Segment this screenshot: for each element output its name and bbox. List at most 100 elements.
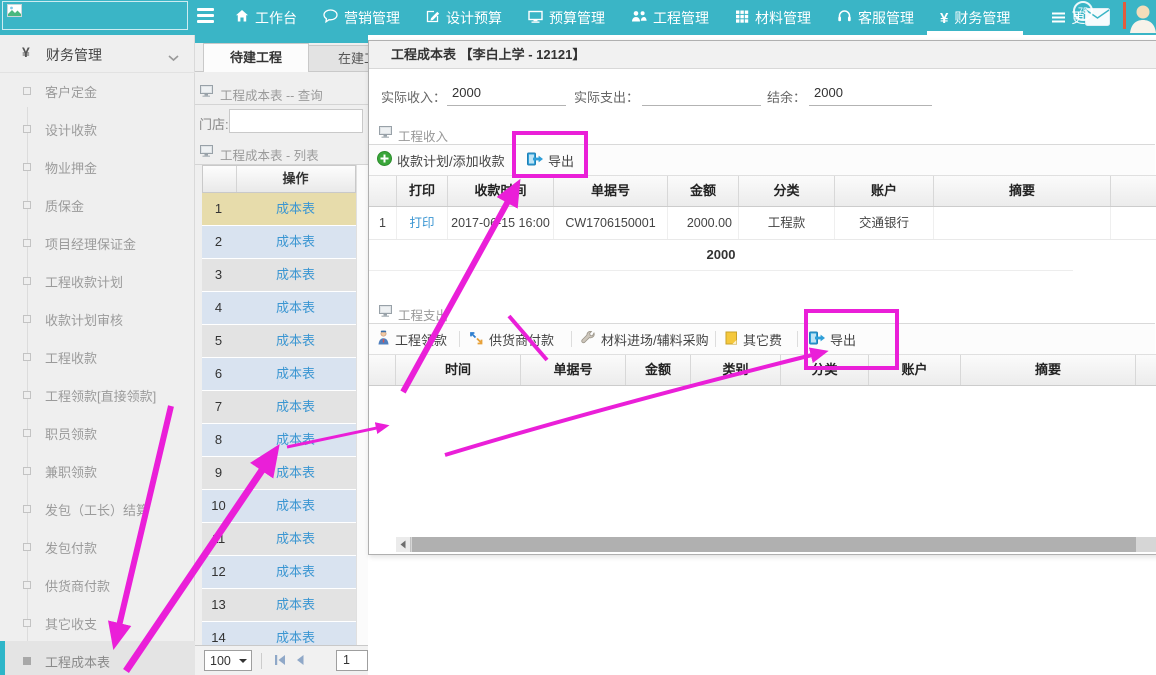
bullet-icon xyxy=(23,543,31,551)
monitor-icon xyxy=(200,145,214,160)
sidebar-item-12[interactable]: 发包（工长）结算 xyxy=(0,489,195,527)
sidebar-item-3[interactable]: 物业押金 xyxy=(0,147,195,185)
sidebar-header-finance[interactable]: ¥ 财务管理 xyxy=(0,35,195,73)
scroll-left-icon[interactable] xyxy=(396,537,411,552)
scrollbar-thumb[interactable] xyxy=(412,537,1136,552)
material-purchase-button[interactable]: 材料进场/辅料采购 xyxy=(581,324,709,354)
add-receipt-plan-button[interactable]: 收款计划/添加收款 xyxy=(377,145,505,175)
cost-sheet-link[interactable]: 成本表 xyxy=(235,589,356,621)
cost-sheet-link[interactable]: 成本表 xyxy=(235,556,356,588)
sidebar-item-2[interactable]: 设计收款 xyxy=(0,109,195,147)
page-size-select[interactable]: 100 xyxy=(204,650,252,671)
bullet-icon xyxy=(23,87,31,95)
print-link[interactable]: 打印 xyxy=(397,207,448,239)
store-input[interactable] xyxy=(229,109,363,133)
export-icon xyxy=(527,152,543,169)
sidebar-item-label: 客户定金 xyxy=(45,82,97,101)
column-header xyxy=(1111,176,1156,206)
project-withdraw-button[interactable]: 工程领款 xyxy=(377,324,447,354)
logo[interactable] xyxy=(2,1,188,30)
toolbar-button-label: 材料进场/辅料采购 xyxy=(601,330,709,349)
toolbar-button-label: 供货商付款 xyxy=(489,330,554,349)
page-number-input[interactable]: 1 xyxy=(336,650,368,671)
income-table-header: 打印收款时间单据号金额分类账户摘要 xyxy=(369,175,1156,207)
nav-finance[interactable]: ¥财务管理 xyxy=(927,0,1023,35)
income-total: 2000 xyxy=(369,240,1073,271)
row-number: 13 xyxy=(202,589,235,621)
other-fee-button[interactable]: 其它费 xyxy=(725,324,782,354)
monitor-icon xyxy=(379,305,393,320)
sidebar-item-9[interactable]: 工程领款[直接领款] xyxy=(0,375,195,413)
list-row-9: 9成本表 xyxy=(202,457,356,490)
column-header: 摘要 xyxy=(934,176,1111,206)
list-row-12: 12成本表 xyxy=(202,556,356,589)
grid-icon xyxy=(735,10,749,26)
cost-sheet-link[interactable]: 成本表 xyxy=(235,325,356,357)
user-avatar-icon[interactable] xyxy=(1130,2,1156,33)
headset-icon xyxy=(837,9,852,26)
income-export-button[interactable]: 导出 xyxy=(527,145,574,175)
nav-service[interactable]: 客服管理 xyxy=(824,0,927,35)
bullet-icon xyxy=(23,391,31,399)
list-scroll-strip[interactable] xyxy=(356,165,368,645)
supplier-payment-button[interactable]: 供货商付款 xyxy=(469,324,554,354)
cost-sheet-link[interactable]: 成本表 xyxy=(235,523,356,555)
nav-material[interactable]: 材料管理 xyxy=(722,0,824,35)
prev-page-icon[interactable] xyxy=(295,654,305,669)
row-number: 3 xyxy=(202,259,235,291)
cost-sheet-link[interactable]: 成本表 xyxy=(235,292,356,324)
toolbar-divider xyxy=(459,331,460,347)
sidebar-item-5[interactable]: 项目经理保证金 xyxy=(0,223,195,261)
panel-title: 工程成本表 【李白上学 - 12121】 xyxy=(369,41,1156,69)
tab-inprogress-projects[interactable]: 在建工程 xyxy=(308,45,368,71)
tab-pending-projects[interactable]: 待建工程 xyxy=(203,43,309,72)
actual-expense-field[interactable] xyxy=(642,81,761,106)
nav-marketing[interactable]: 营销管理 xyxy=(310,0,413,35)
add-icon xyxy=(377,151,392,169)
cost-sheet-link[interactable]: 成本表 xyxy=(235,193,356,225)
cost-sheet-link[interactable]: 成本表 xyxy=(235,226,356,258)
people-icon xyxy=(631,10,647,26)
nav-design-budget[interactable]: 设计预算 xyxy=(413,0,515,35)
row-number: 5 xyxy=(202,325,235,357)
cost-sheet-link[interactable]: 成本表 xyxy=(235,457,356,489)
nav-budget[interactable]: 预算管理 xyxy=(515,0,618,35)
sidebar-item-8[interactable]: 工程收款 xyxy=(0,337,195,375)
actual-income-field[interactable]: 2000 xyxy=(447,81,566,106)
sidebar-item-10[interactable]: 职员领款 xyxy=(0,413,195,451)
list-row-8: 8成本表 xyxy=(202,424,356,457)
nav-workbench[interactable]: 工作台 xyxy=(222,0,310,35)
column-header: 收款时间 xyxy=(448,176,554,206)
row-number: 4 xyxy=(202,292,235,324)
sidebar-item-4[interactable]: 质保金 xyxy=(0,185,195,223)
menu-icon[interactable] xyxy=(197,8,215,26)
bullet-icon xyxy=(23,239,31,247)
sidebar-item-7[interactable]: 收款计划审核 xyxy=(0,299,195,337)
balance-field[interactable]: 2000 xyxy=(809,81,932,106)
horizontal-scrollbar[interactable] xyxy=(396,537,1156,552)
cost-sheet-link[interactable]: 成本表 xyxy=(235,490,356,522)
row-number: 1 xyxy=(202,193,235,225)
column-header: 时间 xyxy=(396,355,521,385)
nav-project[interactable]: 工程管理 xyxy=(618,0,722,35)
cost-sheet-link[interactable]: 成本表 xyxy=(235,259,356,291)
cost-sheet-link[interactable]: 成本表 xyxy=(235,358,356,390)
sidebar-item-label: 设计收款 xyxy=(45,120,97,139)
sidebar-item-label: 工程成本表 xyxy=(45,652,110,671)
sidebar-item-13[interactable]: 发包付款 xyxy=(0,527,195,565)
sidebar-item-11[interactable]: 兼职领款 xyxy=(0,451,195,489)
sidebar-item-16[interactable]: 工程成本表 xyxy=(0,641,195,675)
row-number: 6 xyxy=(202,358,235,390)
sidebar-item-6[interactable]: 工程收款计划 xyxy=(0,261,195,299)
sidebar-item-15[interactable]: 其它收支 xyxy=(0,603,195,641)
first-page-icon[interactable] xyxy=(273,654,287,669)
sidebar-item-1[interactable]: 客户定金 xyxy=(0,71,195,109)
sidebar-item-14[interactable]: 供货商付款 xyxy=(0,565,195,603)
cost-sheet-link[interactable]: 成本表 xyxy=(235,391,356,423)
mail-button[interactable]: 75 xyxy=(1085,8,1111,28)
nav-item-label: 设计预算 xyxy=(446,8,502,28)
expense-export-button[interactable]: 导出 xyxy=(809,324,856,354)
cost-sheet-link[interactable]: 成本表 xyxy=(235,424,356,456)
list-row-5: 5成本表 xyxy=(202,325,356,358)
bullet-icon xyxy=(23,467,31,475)
